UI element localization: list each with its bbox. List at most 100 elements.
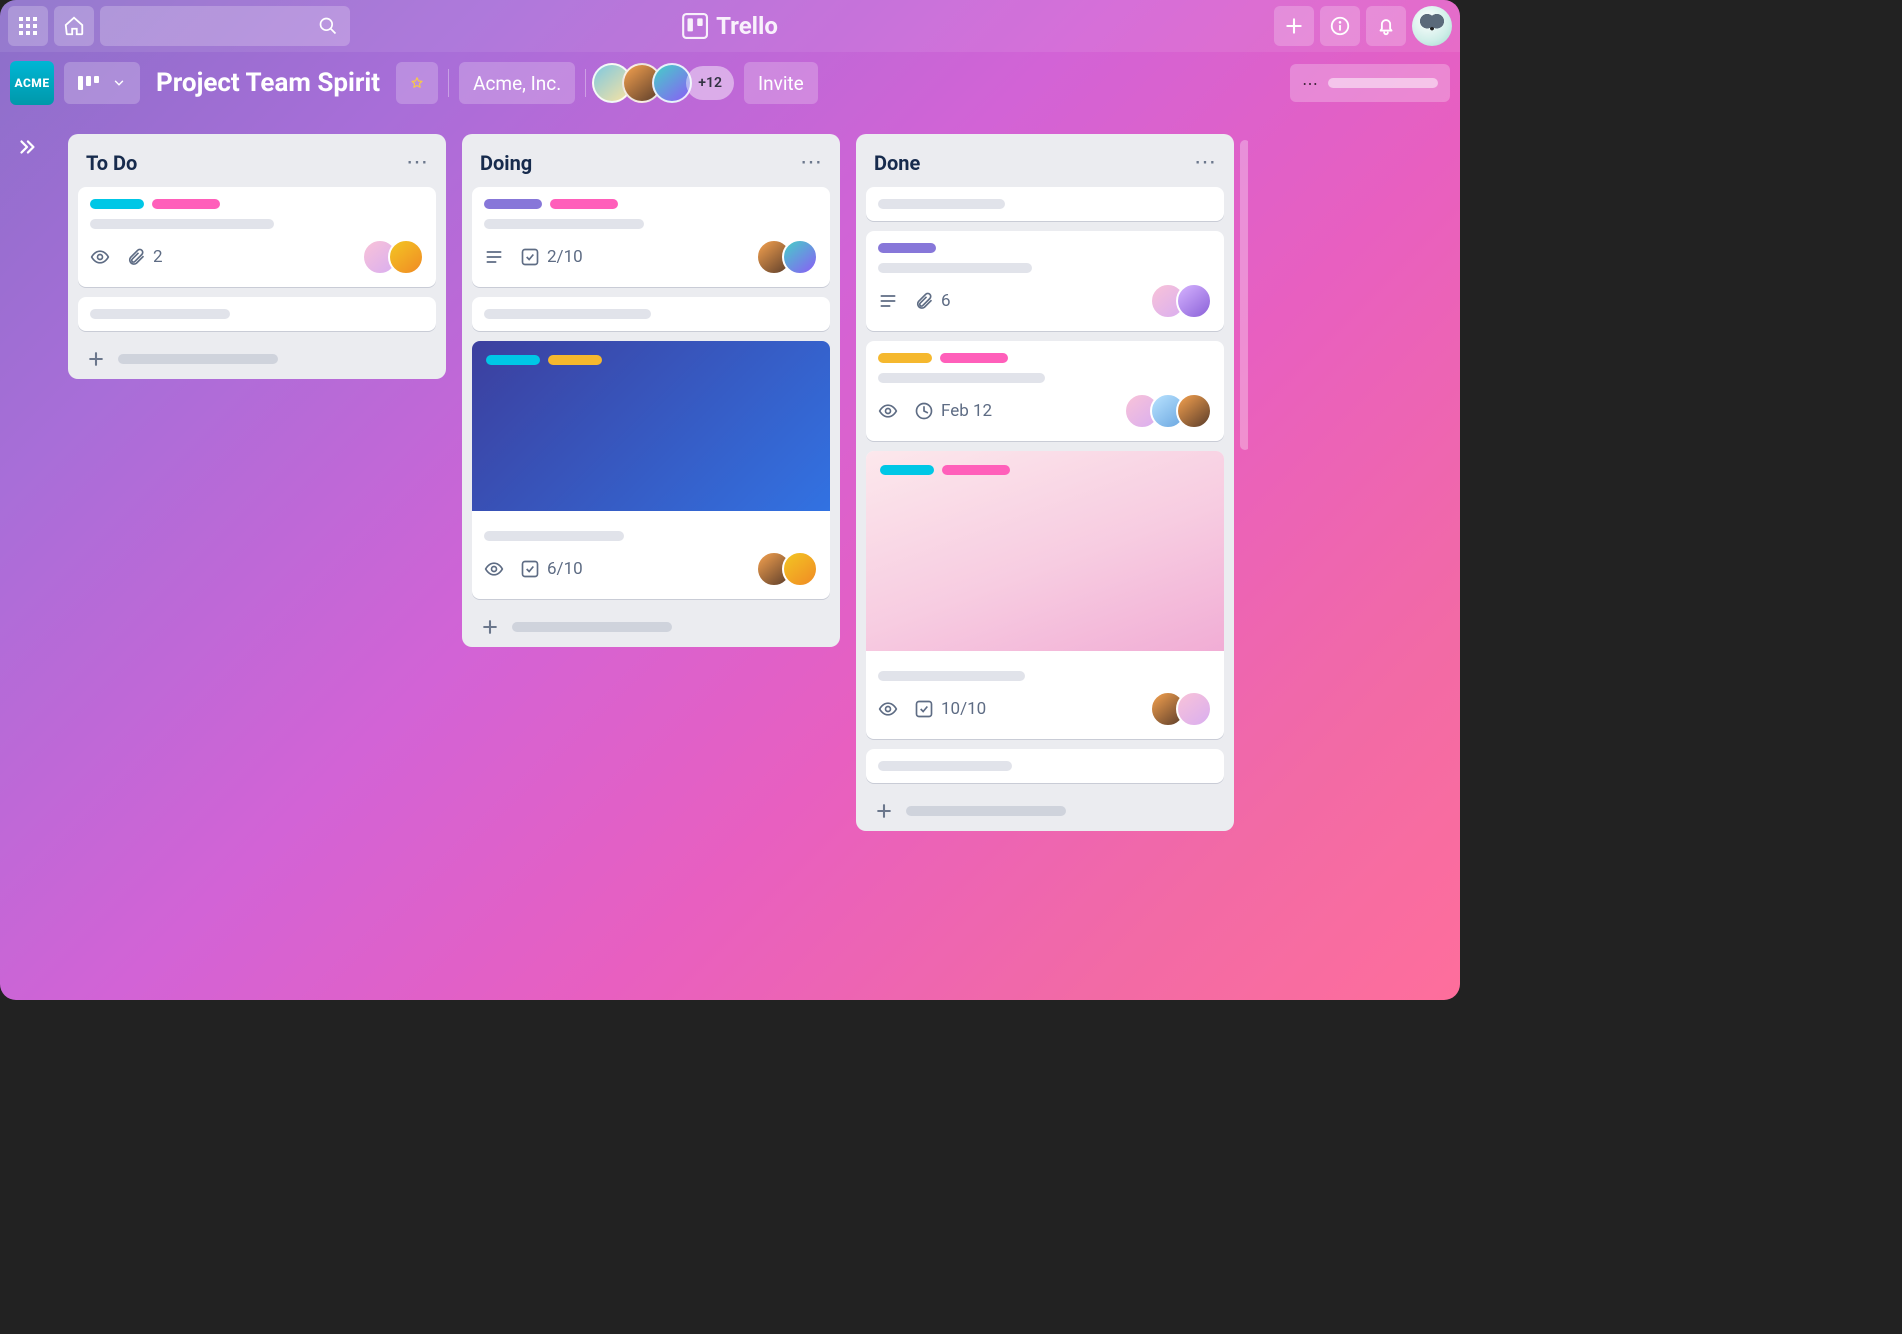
label-yellow[interactable] <box>548 355 602 365</box>
card[interactable]: 2/10 <box>472 187 830 287</box>
card[interactable]: Feb 12 <box>866 341 1224 441</box>
invite-label: Invite <box>758 72 804 95</box>
paperclip-icon <box>914 291 934 311</box>
clock-icon <box>914 401 934 421</box>
list-title[interactable]: Doing <box>480 151 532 175</box>
board-members[interactable]: +12 <box>596 63 734 103</box>
app-logo: Trello <box>682 12 778 40</box>
trello-icon <box>682 13 708 39</box>
paperclip-icon <box>126 247 146 267</box>
search-icon <box>318 16 338 36</box>
lists-row[interactable]: To Do ⋯ 2 <box>54 114 1248 1000</box>
invite-button[interactable]: Invite <box>744 62 818 104</box>
member-avatar[interactable] <box>388 239 424 275</box>
info-button[interactable] <box>1320 6 1360 46</box>
card[interactable]: 10/10 <box>866 451 1224 739</box>
card[interactable] <box>866 187 1224 221</box>
board-view-switch[interactable] <box>64 62 140 104</box>
card[interactable] <box>472 297 830 331</box>
star-icon <box>410 73 424 93</box>
add-card-button[interactable] <box>472 609 830 641</box>
description-icon <box>878 291 898 311</box>
label-pink[interactable] <box>940 353 1008 363</box>
grid-icon <box>18 16 38 36</box>
board-area: To Do ⋯ 2 <box>0 114 1460 1000</box>
card-title-placeholder <box>484 219 644 229</box>
add-card-button[interactable] <box>78 341 436 373</box>
list-menu-button[interactable]: ⋯ <box>406 150 428 175</box>
member-overflow[interactable]: +12 <box>686 66 734 100</box>
placeholder-line <box>118 354 278 364</box>
bell-icon <box>1375 15 1397 37</box>
eye-icon <box>484 559 504 579</box>
description-badge <box>878 291 898 311</box>
card[interactable] <box>866 749 1224 783</box>
card-title-placeholder <box>484 309 651 319</box>
due-badge: Feb 12 <box>914 401 992 421</box>
org-button[interactable]: Acme, Inc. <box>459 62 575 104</box>
star-board-button[interactable] <box>396 62 438 104</box>
label-pink[interactable] <box>152 199 220 209</box>
card-title-placeholder <box>878 263 1032 273</box>
watch-badge <box>878 401 898 421</box>
description-icon <box>484 247 504 267</box>
due-date: Feb 12 <box>941 401 992 421</box>
label-pink[interactable] <box>550 199 618 209</box>
card[interactable] <box>78 297 436 331</box>
user-avatar[interactable] <box>1412 6 1452 46</box>
member-avatar[interactable] <box>782 239 818 275</box>
label-cyan[interactable] <box>880 465 934 475</box>
card-cover <box>472 341 830 511</box>
watch-badge <box>484 559 504 579</box>
checklist-icon <box>520 247 540 267</box>
sidebar-expand[interactable] <box>0 114 54 1000</box>
separator <box>585 69 586 97</box>
label-cyan[interactable] <box>90 199 144 209</box>
card[interactable]: 2 <box>78 187 436 287</box>
plus-icon <box>86 349 106 369</box>
create-button[interactable] <box>1274 6 1314 46</box>
attachment-count: 6 <box>941 291 951 311</box>
search-input[interactable] <box>100 6 350 46</box>
board-menu-button[interactable]: ⋯ <box>1290 64 1450 102</box>
label-yellow[interactable] <box>878 353 932 363</box>
list-done[interactable]: Done ⋯ 6 <box>856 134 1234 831</box>
label-pink[interactable] <box>942 465 1010 475</box>
org-name: Acme, Inc. <box>473 72 561 95</box>
checklist-badge: 6/10 <box>520 559 583 579</box>
member-avatar[interactable] <box>1176 283 1212 319</box>
member-avatar[interactable] <box>782 551 818 587</box>
apps-menu-button[interactable] <box>8 6 48 46</box>
eye-icon <box>878 699 898 719</box>
checklist-count: 2/10 <box>547 247 583 267</box>
list-doing[interactable]: Doing ⋯ 2/10 <box>462 134 840 647</box>
board-icon <box>78 75 100 91</box>
card-title-placeholder <box>90 309 230 319</box>
list-todo[interactable]: To Do ⋯ 2 <box>68 134 446 379</box>
label-cyan[interactable] <box>486 355 540 365</box>
label-purple[interactable] <box>878 243 936 253</box>
card-title-placeholder <box>878 671 1025 681</box>
list-menu-button[interactable]: ⋯ <box>1194 150 1216 175</box>
board-title[interactable]: Project Team Spirit <box>150 68 386 98</box>
placeholder-line <box>1328 78 1438 88</box>
eye-icon <box>878 401 898 421</box>
board-header: ACME Project Team Spirit Acme, Inc. +12 … <box>0 52 1460 114</box>
home-button[interactable] <box>54 6 94 46</box>
label-purple[interactable] <box>484 199 542 209</box>
member-avatar[interactable] <box>1176 691 1212 727</box>
list-title[interactable]: To Do <box>86 151 137 175</box>
card[interactable]: 6 <box>866 231 1224 331</box>
placeholder-line <box>512 622 672 632</box>
member-avatar[interactable] <box>1176 393 1212 429</box>
card[interactable]: 6/10 <box>472 341 830 599</box>
notifications-button[interactable] <box>1366 6 1406 46</box>
workspace-tile[interactable]: ACME <box>10 61 54 105</box>
plus-icon <box>1284 16 1304 36</box>
list-title[interactable]: Done <box>874 151 920 175</box>
checklist-icon <box>520 559 540 579</box>
card-title-placeholder <box>484 531 624 541</box>
add-card-button[interactable] <box>866 793 1224 825</box>
chevron-double-right-icon <box>16 136 38 158</box>
list-menu-button[interactable]: ⋯ <box>800 150 822 175</box>
